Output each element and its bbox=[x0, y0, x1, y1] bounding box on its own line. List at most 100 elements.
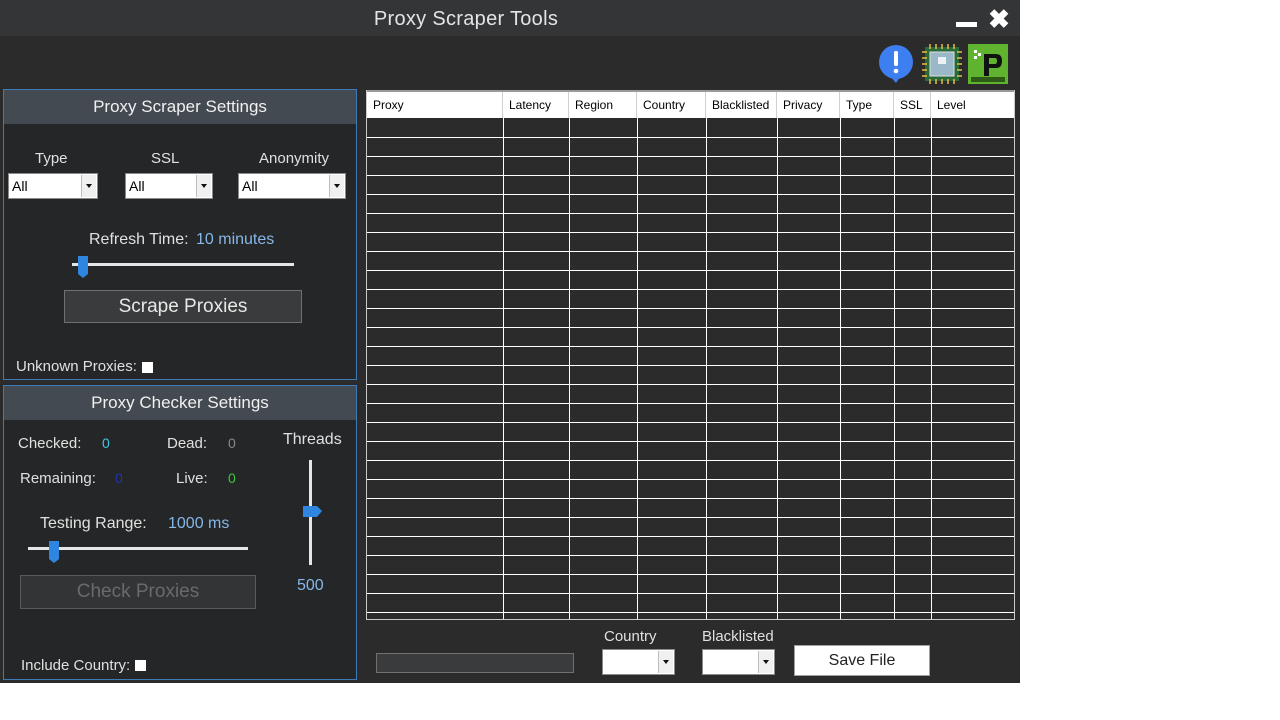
minimize-button[interactable] bbox=[956, 20, 978, 28]
chevron-down-icon bbox=[758, 651, 773, 673]
table-row-divider bbox=[367, 422, 1014, 423]
chevron-down-icon bbox=[329, 175, 344, 197]
table-row-divider bbox=[367, 574, 1014, 575]
table-row-divider bbox=[367, 593, 1014, 594]
threads-value: 500 bbox=[297, 577, 324, 594]
table-column-divider bbox=[931, 118, 932, 619]
chevron-down-icon bbox=[196, 175, 211, 197]
chevron-down-icon bbox=[81, 175, 96, 197]
ssl-select[interactable]: All bbox=[125, 173, 213, 199]
column-header-country[interactable]: Country bbox=[637, 92, 706, 118]
threads-label: Threads bbox=[283, 431, 342, 448]
column-header-proxy[interactable]: Proxy bbox=[367, 92, 503, 118]
include-country-label: Include Country: bbox=[21, 657, 131, 674]
table-row-divider bbox=[367, 555, 1014, 556]
testing-range-slider-track[interactable] bbox=[28, 547, 248, 550]
column-header-ssl[interactable]: SSL bbox=[894, 92, 931, 118]
table-row-divider bbox=[367, 213, 1014, 214]
proxy-table[interactable]: Proxy Latency Region Country Blacklisted… bbox=[366, 90, 1015, 620]
type-select-value: All bbox=[12, 178, 28, 194]
table-row-divider bbox=[367, 137, 1014, 138]
ssl-label: SSL bbox=[151, 150, 180, 167]
table-column-divider bbox=[637, 118, 638, 619]
table-header: Proxy Latency Region Country Blacklisted… bbox=[367, 90, 1014, 118]
anonymity-label: Anonymity bbox=[259, 150, 330, 167]
unknown-proxies-label: Unknown Proxies: bbox=[16, 358, 137, 375]
status-input[interactable] bbox=[376, 653, 574, 673]
table-row-divider bbox=[367, 251, 1014, 252]
live-label: Live: bbox=[176, 470, 208, 487]
threads-slider-thumb-tip bbox=[317, 506, 322, 517]
refresh-time-slider-thumb[interactable] bbox=[78, 256, 88, 278]
scraper-settings-header: Proxy Scraper Settings bbox=[4, 90, 356, 124]
table-column-divider bbox=[503, 118, 504, 619]
table-row-divider bbox=[367, 194, 1014, 195]
checker-settings-header: Proxy Checker Settings bbox=[4, 386, 356, 420]
testing-range-slider-thumb[interactable] bbox=[49, 541, 59, 563]
dead-label: Dead: bbox=[167, 435, 208, 452]
close-button[interactable]: ✖ bbox=[986, 6, 1012, 32]
checked-value: 0 bbox=[102, 435, 110, 451]
table-row-divider bbox=[367, 498, 1014, 499]
table-row-divider bbox=[367, 308, 1014, 309]
table-row-divider bbox=[367, 289, 1014, 290]
country-filter-label: Country bbox=[604, 628, 657, 645]
country-filter-select[interactable] bbox=[602, 649, 675, 675]
column-header-latency[interactable]: Latency bbox=[503, 92, 569, 118]
chip-icon[interactable] bbox=[922, 44, 962, 84]
table-row-divider bbox=[367, 270, 1014, 271]
table-column-divider bbox=[840, 118, 841, 619]
refresh-time-slider-track[interactable] bbox=[72, 263, 294, 266]
column-header-type[interactable]: Type bbox=[840, 92, 894, 118]
column-header-privacy[interactable]: Privacy bbox=[777, 92, 840, 118]
refresh-time-value: 10 minutes bbox=[196, 231, 275, 248]
ssl-select-value: All bbox=[129, 178, 145, 194]
table-row-divider bbox=[367, 403, 1014, 404]
table-row-divider bbox=[367, 460, 1014, 461]
checked-label: Checked: bbox=[18, 435, 82, 452]
unknown-proxies-checkbox[interactable] bbox=[142, 362, 153, 373]
scraper-settings-panel: Proxy Scraper Settings Type SSL Anonymit… bbox=[3, 89, 357, 380]
minimize-icon bbox=[956, 22, 977, 27]
table-row-divider bbox=[367, 384, 1014, 385]
remaining-value: 0 bbox=[115, 470, 123, 486]
close-icon: ✖ bbox=[988, 4, 1010, 34]
alert-icon[interactable] bbox=[876, 44, 916, 84]
save-file-button[interactable]: Save File bbox=[794, 645, 930, 676]
table-row-divider bbox=[367, 441, 1014, 442]
testing-range-value: 1000 ms bbox=[168, 515, 230, 532]
remaining-label: Remaining: bbox=[20, 470, 96, 487]
blacklisted-filter-label: Blacklisted bbox=[702, 628, 774, 645]
blacklisted-filter-select[interactable] bbox=[702, 649, 775, 675]
table-row-divider bbox=[367, 365, 1014, 366]
table-row-divider bbox=[367, 479, 1014, 480]
table-row-divider bbox=[367, 232, 1014, 233]
check-proxies-button[interactable]: Check Proxies bbox=[20, 575, 256, 609]
type-label: Type bbox=[35, 150, 68, 167]
title-bar: Proxy Scraper Tools ✖ bbox=[0, 0, 1020, 36]
refresh-time-label: Refresh Time: bbox=[89, 231, 189, 248]
table-row-divider bbox=[367, 536, 1014, 537]
table-column-divider bbox=[894, 118, 895, 619]
column-header-blacklisted[interactable]: Blacklisted bbox=[706, 92, 777, 118]
anonymity-select[interactable]: All bbox=[238, 173, 346, 199]
column-header-level[interactable]: Level bbox=[931, 92, 1014, 118]
live-value: 0 bbox=[228, 470, 236, 486]
table-row-divider bbox=[367, 175, 1014, 176]
testing-range-label: Testing Range: bbox=[40, 515, 147, 532]
table-row-divider bbox=[367, 156, 1014, 157]
include-country-checkbox[interactable] bbox=[135, 660, 146, 671]
table-column-divider bbox=[777, 118, 778, 619]
dead-value: 0 bbox=[228, 435, 236, 451]
anonymity-select-value: All bbox=[242, 178, 258, 194]
scrape-proxies-button[interactable]: Scrape Proxies bbox=[64, 290, 302, 323]
checker-settings-panel: Proxy Checker Settings Checked: 0 Dead: … bbox=[3, 385, 357, 680]
type-select[interactable]: All bbox=[8, 173, 98, 199]
column-header-region[interactable]: Region bbox=[569, 92, 637, 118]
table-row-divider bbox=[367, 612, 1014, 613]
ipvanish-icon[interactable] bbox=[968, 44, 1008, 84]
table-column-divider bbox=[706, 118, 707, 619]
table-row-divider bbox=[367, 517, 1014, 518]
table-column-divider bbox=[569, 118, 570, 619]
threads-slider-thumb[interactable] bbox=[303, 506, 317, 517]
